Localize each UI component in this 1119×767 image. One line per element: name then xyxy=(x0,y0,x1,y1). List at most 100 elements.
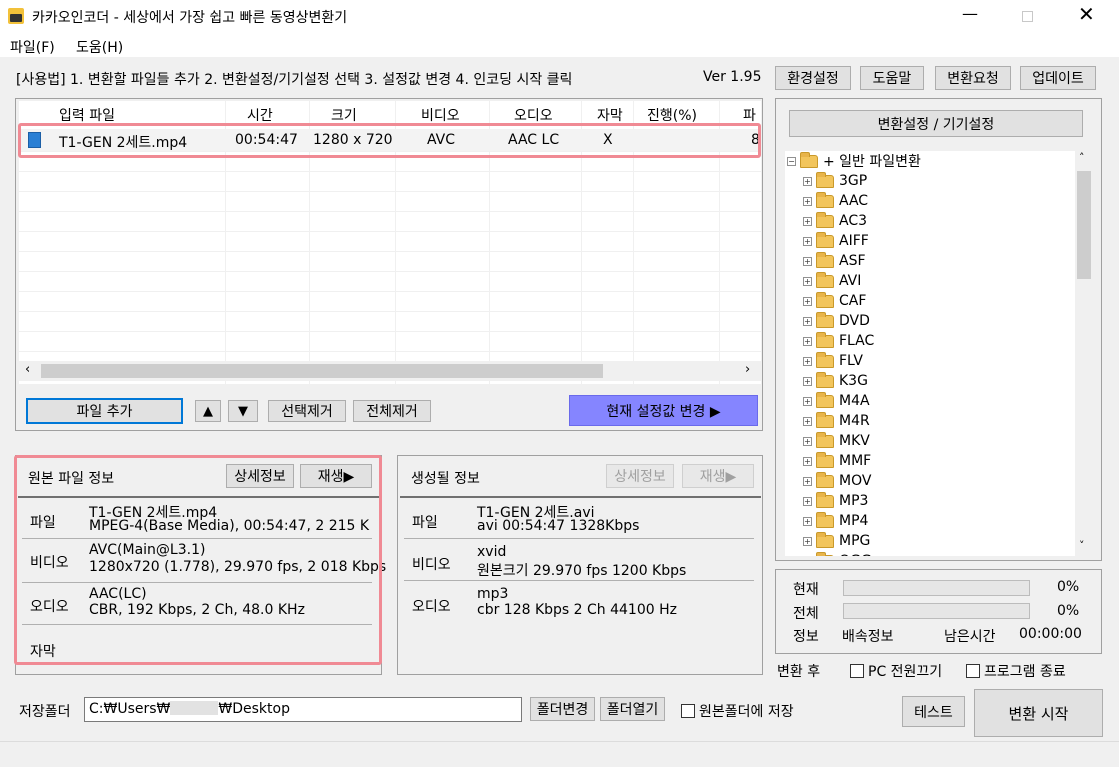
tree-item-label: AAC xyxy=(839,193,869,209)
output-audio-label: 오디오 xyxy=(412,599,451,615)
folder-icon xyxy=(816,271,834,288)
folder-icon xyxy=(816,371,834,388)
open-folder-button[interactable]: 폴더열기 xyxy=(600,697,665,721)
change-settings-button[interactable]: 현재 설정값 변경 ▶ xyxy=(569,395,758,426)
expand-icon[interactable]: + xyxy=(803,236,812,246)
tree-item[interactable]: + AIFF xyxy=(803,231,869,251)
expand-icon[interactable]: + xyxy=(803,456,812,466)
output-audio-line1: mp3 xyxy=(477,586,509,602)
menu-file[interactable]: 파일(F) xyxy=(10,37,55,57)
tree-item[interactable]: + MOV xyxy=(803,471,871,491)
quit-program-checkbox[interactable]: 프로그램 종료 xyxy=(966,661,1066,681)
folder-icon xyxy=(816,411,834,428)
col-input-file[interactable]: 입력 파일 xyxy=(59,105,115,125)
tree-scroll-thumb[interactable] xyxy=(1077,171,1091,279)
tree-item[interactable]: + MP4 xyxy=(803,511,868,531)
expand-icon[interactable]: + xyxy=(803,176,812,186)
change-folder-button[interactable]: 폴더변경 xyxy=(530,697,595,721)
expand-icon[interactable]: + xyxy=(803,376,812,386)
save-folder-input[interactable]: C:₩Users₩ ₩Desktop xyxy=(84,697,522,722)
minimize-icon[interactable]: — xyxy=(962,4,978,23)
tree-item[interactable]: + M4R xyxy=(803,411,870,431)
tree-item[interactable]: + MKV xyxy=(803,431,870,451)
tree-root[interactable]: − + 일반 파일변환 xyxy=(787,151,921,171)
expand-icon[interactable]: + xyxy=(803,316,812,326)
remove-all-button[interactable]: 전체제거 xyxy=(353,400,431,422)
tree-item[interactable]: + CAF xyxy=(803,291,866,311)
settings-panel: 변환설정 / 기기설정 − + 일반 파일변환 +3GP + AAC + AC3 + AIF… xyxy=(775,98,1102,561)
tree-item[interactable]: + FLAC xyxy=(803,331,874,351)
tree-item[interactable]: + ASF xyxy=(803,251,866,271)
col-size[interactable]: 크기 xyxy=(331,105,357,125)
tree-item-label: FLV xyxy=(839,353,863,369)
output-info-panel: 생성될 정보 상세정보 재생▶ 파일 T1-GEN 2세트.avi avi 00… xyxy=(397,455,763,675)
test-button[interactable]: 테스트 xyxy=(902,696,965,727)
move-up-button[interactable]: ▲ xyxy=(195,400,221,422)
output-detail-button[interactable]: 상세정보 xyxy=(606,464,674,488)
expand-icon[interactable]: + xyxy=(803,516,812,526)
save-in-source-checkbox[interactable]: 원본폴더에 저장 xyxy=(681,701,794,721)
col-subtitle[interactable]: 자막 xyxy=(597,105,623,125)
expand-icon[interactable]: + xyxy=(803,356,812,366)
col-extra[interactable]: 파 xyxy=(743,105,756,125)
tree-item[interactable]: + DVD xyxy=(803,311,870,331)
tree-item-label: M4A xyxy=(839,393,870,409)
preferences-button[interactable]: 환경설정 xyxy=(775,66,851,90)
expand-icon[interactable]: + xyxy=(803,536,812,546)
expand-icon[interactable]: + xyxy=(803,196,812,206)
col-audio[interactable]: 오디오 xyxy=(514,105,553,125)
tree-item[interactable]: + FLV xyxy=(803,351,863,371)
expand-icon[interactable]: + xyxy=(803,296,812,306)
expand-icon[interactable]: + xyxy=(803,256,812,266)
tree-item[interactable]: + MP3 xyxy=(803,491,868,511)
output-info-title: 생성될 정보 xyxy=(411,471,480,487)
tree-item[interactable]: + AC3 xyxy=(803,211,867,231)
folder-icon xyxy=(816,531,834,548)
remaining-label: 남은시간 xyxy=(944,629,996,645)
output-play-button[interactable]: 재생▶ xyxy=(682,464,754,488)
expand-icon[interactable]: + xyxy=(803,496,812,506)
maximize-icon[interactable] xyxy=(1022,11,1033,22)
expand-icon[interactable]: + xyxy=(803,396,812,406)
tree-scroll-up-icon[interactable]: ˄ xyxy=(1079,151,1085,164)
col-progress[interactable]: 진행(%) xyxy=(647,105,697,125)
tree-vertical-scrollbar[interactable]: ˄ ˅ xyxy=(1075,151,1093,556)
col-time[interactable]: 시간 xyxy=(247,105,273,125)
help-button[interactable]: 도움말 xyxy=(860,66,924,90)
format-tree[interactable]: − + 일반 파일변환 +3GP + AAC + AC3 + AIFF + ASF + AVI + CA… xyxy=(785,151,1093,556)
menu-help[interactable]: 도움(H) xyxy=(76,37,123,57)
tree-item[interactable]: + AAC xyxy=(803,191,868,211)
update-button[interactable]: 업데이트 xyxy=(1020,66,1096,90)
remove-selected-button[interactable]: 선택제거 xyxy=(268,400,346,422)
expand-icon[interactable]: + xyxy=(803,476,812,486)
horizontal-scrollbar[interactable]: ‹ › xyxy=(19,361,761,381)
tree-item[interactable]: + M4A xyxy=(803,391,870,411)
tree-item[interactable]: + MPG xyxy=(803,531,870,551)
scroll-left-icon[interactable]: ‹ xyxy=(25,362,30,377)
expand-icon[interactable]: + xyxy=(803,276,812,286)
title-bar: 카카오인코더 - 세상에서 가장 쉽고 빠른 동영상변환기 — ✕ xyxy=(0,0,1119,33)
tree-item[interactable]: + K3G xyxy=(803,371,868,391)
folder-icon xyxy=(816,431,834,448)
tree-scroll-down-icon[interactable]: ˅ xyxy=(1079,539,1085,552)
close-icon[interactable]: ✕ xyxy=(1078,2,1095,26)
scroll-right-icon[interactable]: › xyxy=(745,362,750,377)
col-video[interactable]: 비디오 xyxy=(421,105,460,125)
move-down-button[interactable]: ▼ xyxy=(228,400,258,422)
expand-icon[interactable]: + xyxy=(803,216,812,226)
tree-item-label: AIFF xyxy=(839,233,869,249)
tree-item[interactable]: + MMF xyxy=(803,451,871,471)
tree-item[interactable]: +OGG xyxy=(803,551,872,556)
settings-device-button[interactable]: 변환설정 / 기기설정 xyxy=(789,110,1083,137)
tree-item[interactable]: +3GP xyxy=(803,171,867,191)
expand-icon[interactable]: + xyxy=(803,336,812,346)
total-percent: 0% xyxy=(1057,603,1080,619)
pc-off-checkbox[interactable]: PC 전원끄기 xyxy=(850,661,942,681)
start-conversion-button[interactable]: 변환 시작 xyxy=(974,689,1103,737)
request-button[interactable]: 변환요청 xyxy=(935,66,1011,90)
tree-item[interactable]: + AVI xyxy=(803,271,861,291)
expand-icon[interactable]: + xyxy=(803,416,812,426)
expand-icon[interactable]: + xyxy=(803,436,812,446)
add-file-button[interactable]: 파일 추가 xyxy=(26,398,183,424)
scroll-thumb[interactable] xyxy=(41,364,603,378)
